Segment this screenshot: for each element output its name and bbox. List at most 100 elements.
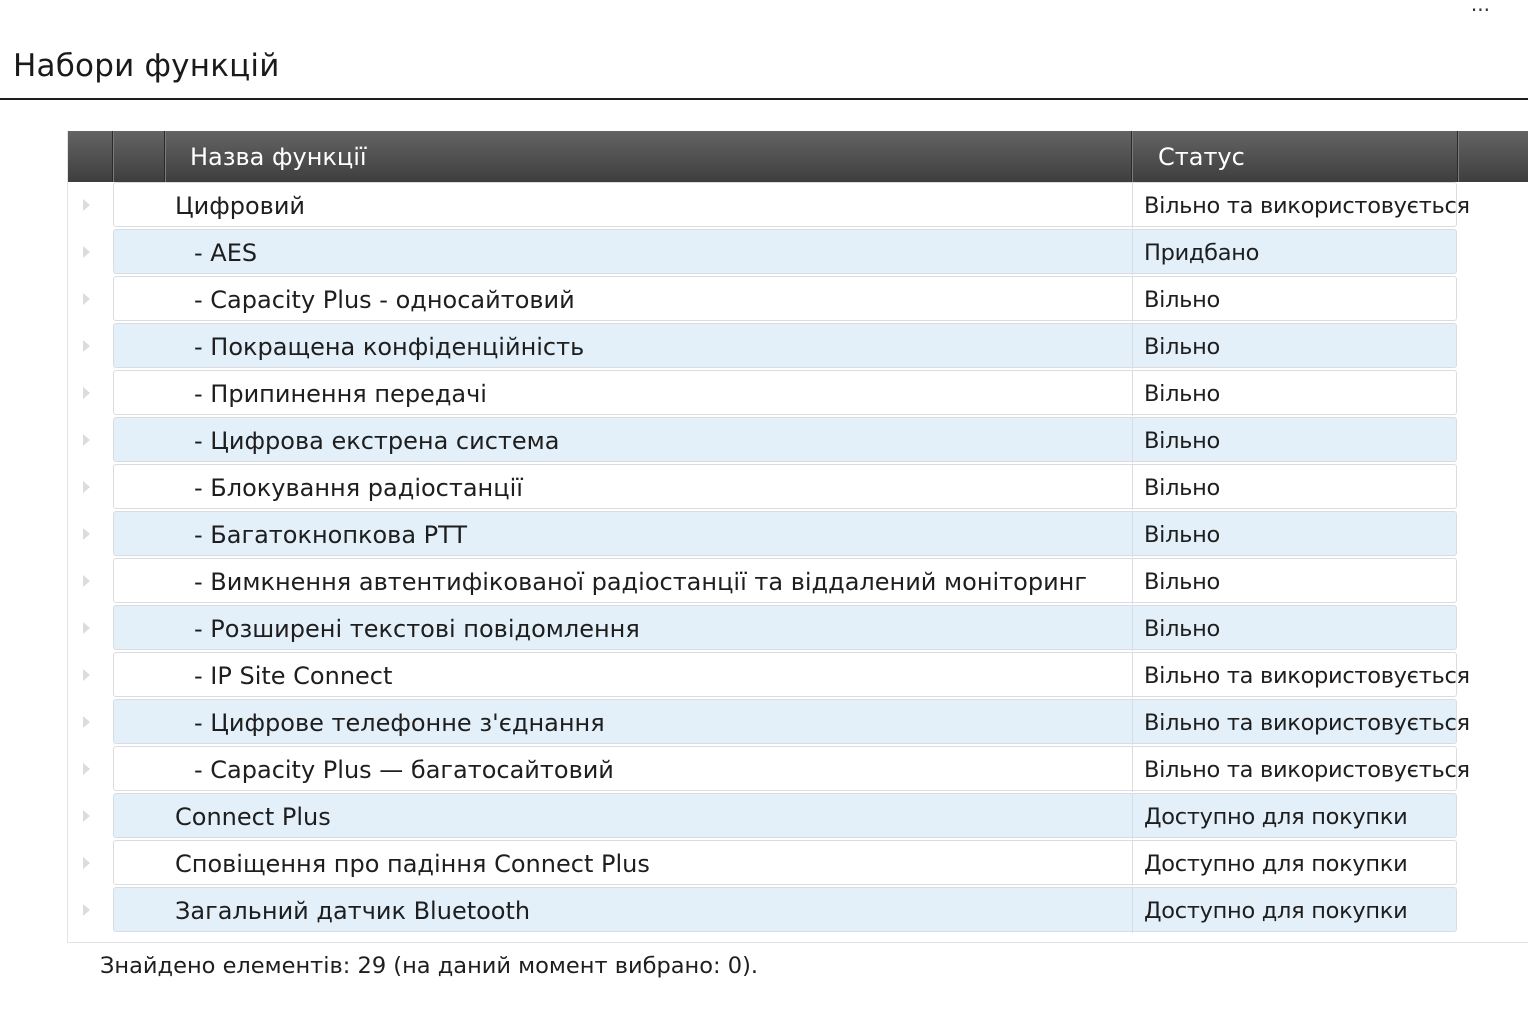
- expand-arrow-icon: [83, 340, 90, 352]
- column-header-label: Статус: [1158, 143, 1245, 171]
- feature-status-cell: Вільно та використовується: [1144, 757, 1470, 783]
- row-expander[interactable]: [68, 182, 113, 229]
- row-expander[interactable]: [68, 276, 113, 323]
- column-header-feature-name[interactable]: Назва функції: [165, 131, 1131, 182]
- column-divider: [1132, 747, 1133, 792]
- row-expander[interactable]: [68, 323, 113, 370]
- column-divider: [1132, 230, 1133, 275]
- row-cells: Загальний датчик Bluetooth Доступно для п…: [113, 887, 1457, 933]
- feature-name-cell: - Вимкнення автентифікованої радіостанці…: [194, 568, 1087, 596]
- table-row[interactable]: - Розширені текстові повідомлення Вільно: [68, 605, 1528, 652]
- feature-status-cell: Вільно: [1144, 287, 1221, 313]
- items-found-summary: Знайдено елементів: 29 (на даний момент …: [100, 953, 758, 979]
- expand-arrow-icon: [83, 669, 90, 681]
- row-cells: - Capacity Plus - односайтовий Вільно: [113, 276, 1457, 322]
- feature-name-cell: Загальний датчик Bluetooth: [175, 897, 531, 925]
- row-expander[interactable]: [68, 605, 113, 652]
- row-cells: - Цифрове телефонне з'єднання Вільно та в…: [113, 699, 1470, 745]
- table-row[interactable]: - Припинення передачі Вільно: [68, 370, 1528, 417]
- table-row[interactable]: - Вимкнення автентифікованої радіостанці…: [68, 558, 1528, 605]
- column-divider: [1132, 324, 1133, 369]
- row-cells: - Розширені текстові повідомлення Вільно: [113, 605, 1457, 651]
- feature-name-cell: Connect Plus: [175, 803, 331, 831]
- table-row[interactable]: Connect Plus Доступно для покупки: [68, 793, 1528, 840]
- table-row[interactable]: Цифровий Вільно та використовується: [68, 182, 1528, 229]
- row-cells: - Вимкнення автентифікованої радіостанці…: [113, 558, 1457, 604]
- expand-arrow-icon: [83, 904, 90, 916]
- row-expander[interactable]: [68, 464, 113, 511]
- feature-status-cell: Вільно та використовується: [1144, 710, 1470, 736]
- table-row[interactable]: - Багатокнопкова PTT Вільно: [68, 511, 1528, 558]
- expand-arrow-icon: [83, 387, 90, 399]
- page-corner-mark: ...: [1470, 0, 1490, 16]
- row-expander[interactable]: [68, 417, 113, 464]
- expand-arrow-icon: [83, 528, 90, 540]
- feature-status-cell: Вільно: [1144, 381, 1221, 407]
- column-divider: [1132, 841, 1133, 886]
- row-expander[interactable]: [68, 793, 113, 840]
- feature-name-cell: - Покращена конфіденційність: [194, 333, 585, 361]
- row-expander[interactable]: [68, 840, 113, 887]
- feature-name-cell: - Capacity Plus — багатосайтовий: [194, 756, 614, 784]
- table-row[interactable]: Загальний датчик Bluetooth Доступно для п…: [68, 887, 1528, 934]
- feature-sets-page: ... Набори функцій Назва функції Статус …: [0, 0, 1528, 1029]
- table-row[interactable]: - Блокування радіостанції Вільно: [68, 464, 1528, 511]
- feature-status-cell: Доступно для покупки: [1144, 851, 1408, 877]
- row-cells: Connect Plus Доступно для покупки: [113, 793, 1457, 839]
- feature-name-cell: - Розширені текстові повідомлення: [194, 615, 640, 643]
- column-divider: [1132, 183, 1133, 228]
- table-row[interactable]: - Capacity Plus — багатосайтовий Вільно т…: [68, 746, 1528, 793]
- row-expander[interactable]: [68, 699, 113, 746]
- expand-arrow-icon: [83, 434, 90, 446]
- row-expander[interactable]: [68, 229, 113, 276]
- table-row[interactable]: Сповіщення про падіння Connect Plus Досту…: [68, 840, 1528, 887]
- row-cells: - Цифрова екстрена система Вільно: [113, 417, 1457, 463]
- expand-arrow-icon: [83, 810, 90, 822]
- table-row[interactable]: - Цифрове телефонне з'єднання Вільно та в…: [68, 699, 1528, 746]
- row-expander[interactable]: [68, 887, 113, 934]
- feature-table: Назва функції Статус Цифровий Вільно та в…: [67, 131, 1528, 943]
- feature-status-cell: Вільно: [1144, 428, 1221, 454]
- feature-name-cell: - AES: [194, 239, 258, 267]
- table-row[interactable]: - Покращена конфіденційність Вільно: [68, 323, 1528, 370]
- feature-status-cell: Вільно: [1144, 616, 1221, 642]
- feature-name-cell: - Блокування радіостанції: [194, 474, 523, 502]
- table-row[interactable]: - AES Придбано: [68, 229, 1528, 276]
- row-cells: - Блокування радіостанції Вільно: [113, 464, 1457, 510]
- column-divider: [1132, 700, 1133, 745]
- expand-arrow-icon: [83, 622, 90, 634]
- column-header-status[interactable]: Статус: [1132, 131, 1457, 182]
- feature-name-cell: - Capacity Plus - односайтовий: [194, 286, 575, 314]
- expand-arrow-icon: [83, 763, 90, 775]
- column-divider: [1132, 277, 1133, 322]
- table-row[interactable]: - Цифрова екстрена система Вільно: [68, 417, 1528, 464]
- expand-arrow-icon: [83, 199, 90, 211]
- column-divider: [1132, 465, 1133, 510]
- feature-status-cell: Доступно для покупки: [1144, 898, 1408, 924]
- feature-name-cell: - Цифрова екстрена система: [194, 427, 560, 455]
- table-row[interactable]: - Capacity Plus - односайтовий Вільно: [68, 276, 1528, 323]
- header-separator: [112, 131, 113, 182]
- table-header: Назва функції Статус: [68, 131, 1528, 182]
- feature-status-cell: Доступно для покупки: [1144, 804, 1408, 830]
- header-separator: [1457, 131, 1458, 182]
- column-divider: [1132, 559, 1133, 604]
- feature-status-cell: Вільно та використовується: [1144, 663, 1470, 689]
- expand-arrow-icon: [83, 246, 90, 258]
- column-divider: [1132, 606, 1133, 651]
- row-expander[interactable]: [68, 511, 113, 558]
- feature-name-cell: - Багатокнопкова PTT: [194, 521, 468, 549]
- feature-status-cell: Вільно: [1144, 475, 1221, 501]
- feature-name-cell: Сповіщення про падіння Connect Plus: [175, 850, 650, 878]
- expand-arrow-icon: [83, 575, 90, 587]
- row-expander[interactable]: [68, 746, 113, 793]
- column-divider: [1132, 888, 1133, 933]
- row-expander[interactable]: [68, 558, 113, 605]
- table-row[interactable]: - IP Site Connect Вільно та використовуєт…: [68, 652, 1528, 699]
- row-cells: Сповіщення про падіння Connect Plus Досту…: [113, 840, 1457, 886]
- row-expander[interactable]: [68, 652, 113, 699]
- feature-status-cell: Вільно: [1144, 569, 1221, 595]
- row-expander[interactable]: [68, 370, 113, 417]
- row-cells: - Покращена конфіденційність Вільно: [113, 323, 1457, 369]
- feature-status-cell: Придбано: [1144, 240, 1260, 266]
